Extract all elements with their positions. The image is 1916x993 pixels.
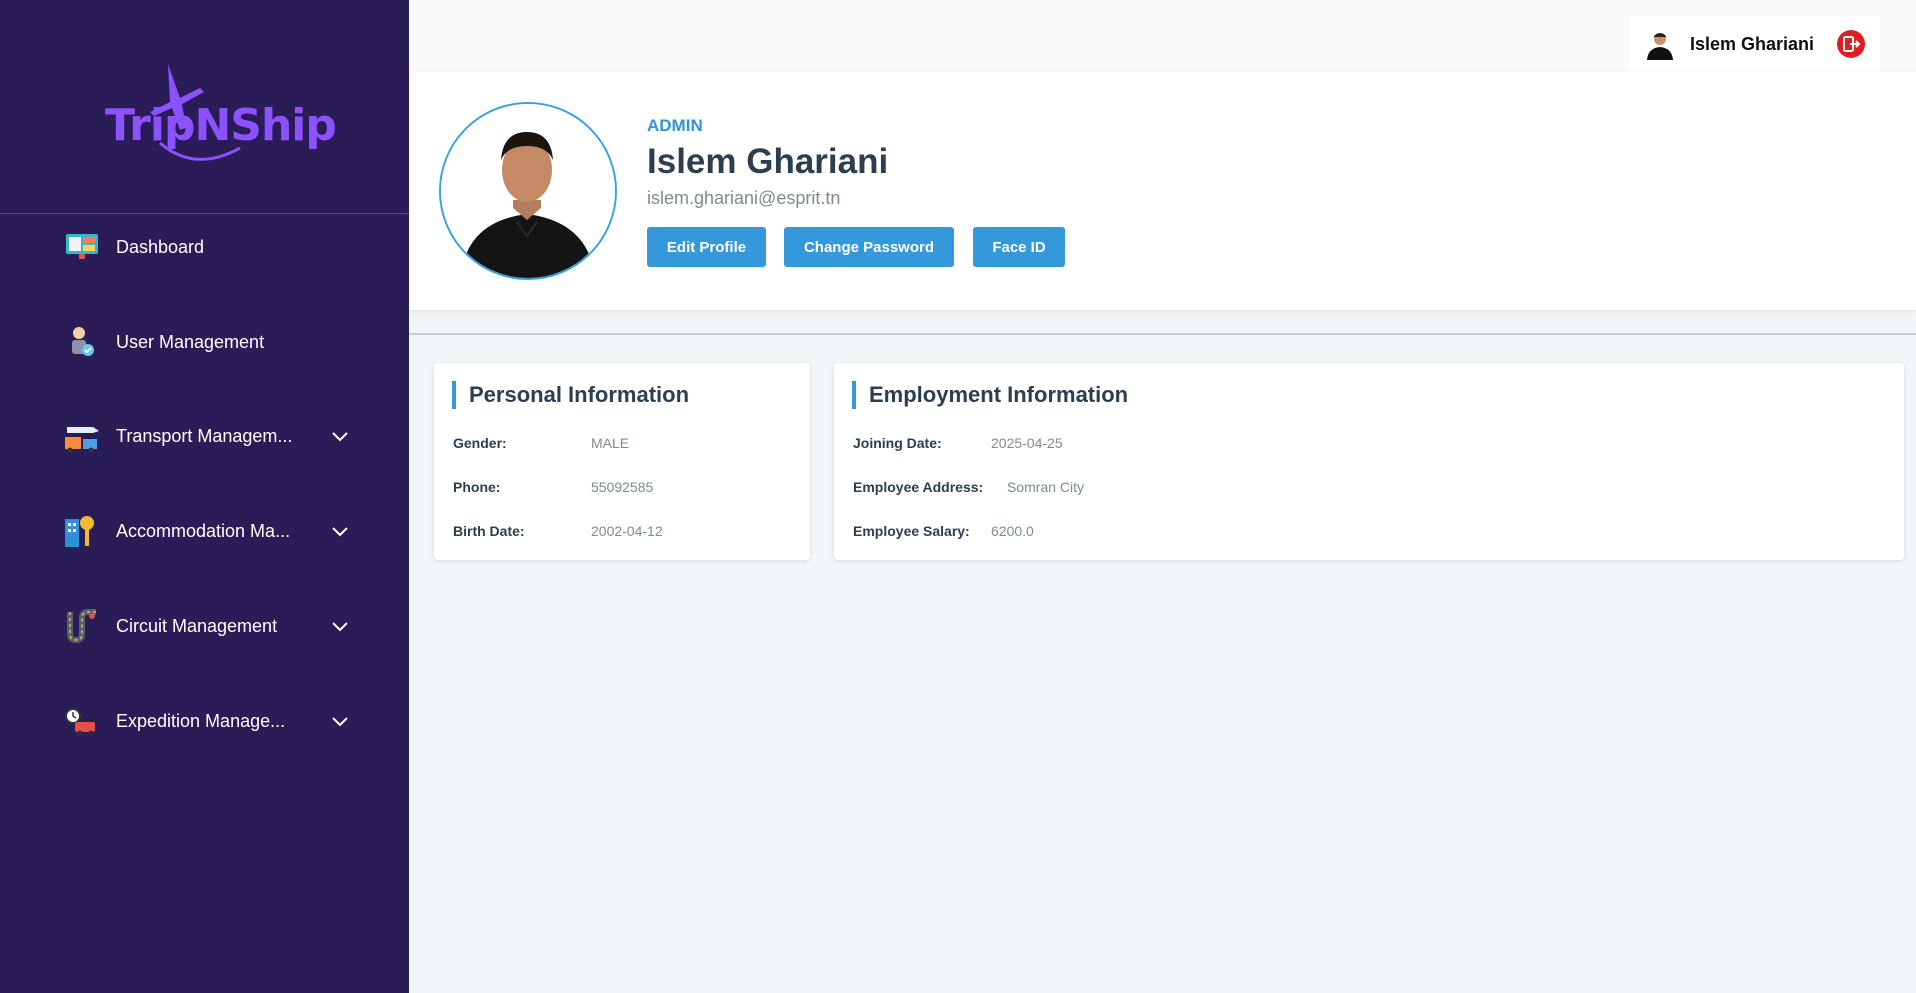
field-value: 2002-04-12	[591, 523, 663, 539]
sidebar-item-circuit-management[interactable]: Circuit Management	[62, 606, 352, 646]
sidebar-item-label: User Management	[116, 331, 265, 352]
chevron-down-icon[interactable]	[328, 709, 352, 733]
card-title: Personal Information	[452, 381, 689, 409]
sidebar: TripNShip Dashboard User Management Tran…	[0, 0, 409, 993]
user-management-icon	[62, 324, 102, 360]
chevron-down-icon[interactable]	[328, 614, 352, 638]
field-value: MALE	[591, 435, 630, 451]
page-title: Islem Ghariani	[647, 142, 889, 181]
user-role: ADMIN	[647, 116, 703, 135]
logout-icon[interactable]	[1836, 29, 1866, 59]
chevron-down-icon[interactable]	[328, 519, 352, 543]
field-value: 2025-04-25	[991, 435, 1063, 451]
transport-icon	[62, 418, 102, 454]
field-label: Employee Salary:	[853, 523, 970, 539]
face-id-button[interactable]: Face ID	[973, 227, 1065, 267]
field-label: Gender:	[453, 435, 507, 451]
circuit-icon	[62, 608, 102, 644]
employee-salary-row: Employee Salary: 6200.0	[853, 523, 1034, 539]
profile-email: islem.ghariani@esprit.tn	[647, 188, 841, 208]
field-label: Joining Date:	[853, 435, 942, 451]
field-value: Somran City	[1007, 479, 1085, 495]
gender-row: Gender: MALE	[453, 435, 629, 451]
sidebar-item-dashboard[interactable]: Dashboard	[62, 227, 352, 267]
sidebar-item-expedition-management[interactable]: Expedition Manage...	[62, 701, 352, 741]
user-menu[interactable]: Islem Ghariani	[1630, 16, 1880, 72]
card-title: Employment Information	[852, 381, 1128, 409]
brand-name: TripNShip	[105, 100, 337, 151]
avatar	[1644, 28, 1676, 60]
accommodation-icon	[62, 513, 102, 549]
edit-profile-button[interactable]: Edit Profile	[647, 227, 766, 267]
joining-date-row: Joining Date: 2025-04-25	[853, 435, 1063, 451]
tripnship-logo[interactable]: TripNShip	[100, 58, 337, 168]
dashboard-icon	[62, 229, 102, 265]
field-value: 6200.0	[991, 523, 1034, 539]
chevron-down-icon[interactable]	[328, 424, 352, 448]
field-label: Employee Address:	[853, 479, 984, 495]
field-label: Phone:	[453, 479, 501, 495]
profile-header	[409, 72, 1916, 310]
personal-information-card: Personal Information Gender: MALE Phone: 5…	[434, 363, 810, 560]
sidebar-divider	[0, 213, 409, 214]
birth-date-row: Birth Date: 2002-04-12	[453, 523, 663, 539]
section-divider	[409, 333, 1916, 335]
sidebar-item-transport-management[interactable]: Transport Managem...	[62, 416, 352, 456]
sidebar-item-label: Accommodation Ma...	[116, 520, 291, 541]
change-password-button[interactable]: Change Password	[784, 227, 954, 267]
sidebar-item-label: Expedition Manage...	[116, 710, 286, 731]
employee-address-row: Employee Address: Somran City	[853, 479, 1084, 495]
phone-row: Phone: 55092585	[453, 479, 653, 495]
sidebar-item-user-management[interactable]: User Management	[62, 322, 352, 362]
field-value: 55092585	[591, 479, 654, 495]
employment-information-card: Employment Information Joining Date: 2025…	[834, 363, 1904, 560]
sidebar-item-label: Transport Managem...	[116, 425, 293, 446]
sidebar-item-label: Circuit Management	[116, 615, 278, 636]
field-label: Birth Date:	[453, 523, 525, 539]
expedition-icon	[62, 703, 102, 739]
profile-photo	[439, 102, 617, 280]
user-name: Islem Ghariani	[1690, 33, 1815, 54]
sidebar-item-accommodation-management[interactable]: Accommodation Ma...	[62, 511, 352, 551]
sidebar-item-label: Dashboard	[116, 236, 205, 257]
